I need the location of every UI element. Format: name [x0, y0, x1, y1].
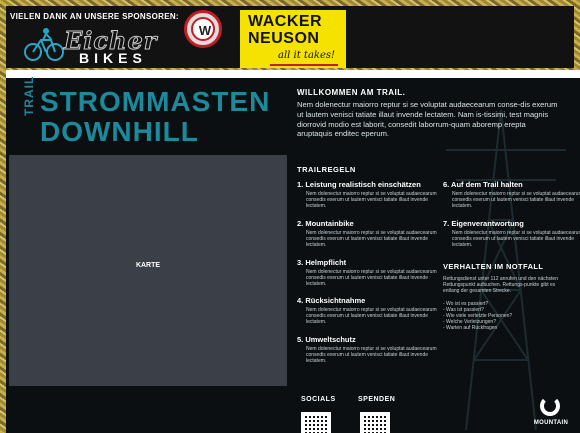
title-line2: DOWNHILL	[40, 116, 199, 147]
emergency-heading: VERHALTEN IM NOTFALL	[443, 262, 544, 271]
map-placeholder: KARTE	[9, 155, 287, 386]
socials-qr-code[interactable]	[301, 412, 331, 433]
sponsor-bar: VIELEN DANK AN UNSERE SPONSOREN: Eicher …	[6, 6, 574, 68]
rule-item: 1. Leistung realistisch einschätzen Nem …	[297, 180, 437, 209]
rule-item: 5. Umweltschutz Nem dolenectur maiorro r…	[297, 335, 437, 364]
rule-text: Nem dolenectur maiorro reptur si se volu…	[306, 346, 437, 364]
mountain-logo: MOUNTAIN	[526, 396, 576, 433]
rule-item: 3. Helmpflicht Nem dolenectur maiorro re…	[297, 258, 437, 287]
rule-text: Nem dolenectur maiorro reptur si se volu…	[306, 191, 437, 209]
rule-title: 4. Rücksichtnahme	[297, 296, 366, 305]
rule-title: 2. Mountainbike	[297, 219, 354, 228]
wacker-tagline: all it takes!	[278, 50, 336, 61]
list-item: - Warten auf Rückfragen	[443, 325, 498, 331]
mountain-logo-text: MOUNTAIN	[533, 420, 569, 426]
board-top-band	[6, 70, 580, 78]
rule-text: Nem dolenectur maiorro reptur si se volu…	[306, 307, 437, 325]
rule-title: 6. Auf dem Trail halten	[443, 180, 523, 189]
rule-text: Nem dolenectur maiorro reptur si se volu…	[452, 191, 580, 209]
rules-heading: TRAILREGELN	[297, 165, 356, 174]
rule-text: Nem dolenectur maiorro reptur si se volu…	[306, 230, 437, 248]
rule-title: 7. Eigenverantwortung	[443, 219, 524, 228]
rule-text: Nem dolenectur maiorro reptur si se volu…	[452, 230, 580, 248]
rule-item: 2. Mountainbike Nem dolenectur maiorro r…	[297, 219, 437, 248]
intro-text: Nem dolenectur maiorro reptur si se volu…	[297, 100, 558, 139]
wacker-neuson-logo: WACKER NEUSON all it takes!	[240, 10, 346, 68]
spenden-qr-code[interactable]	[360, 412, 390, 433]
eicher-bikes-text: BIKES	[79, 50, 147, 66]
rule-title: 5. Umweltschutz	[297, 335, 356, 344]
wacker-line2: NEUSON	[248, 30, 320, 47]
trail-vertical-label: TRAIL	[22, 75, 36, 116]
intro-heading: WILLKOMMEN AM TRAIL.	[297, 88, 406, 97]
wacker-round-logo: W	[184, 10, 222, 48]
mountain-logo-icon	[540, 396, 560, 416]
bicycle-icon	[24, 28, 64, 61]
rule-item: 7. Eigenverantwortung Nem dolenectur mai…	[443, 219, 580, 248]
map-label: KARTE	[135, 262, 161, 269]
rule-item: 6. Auf dem Trail halten Nem dolenectur m…	[443, 180, 580, 209]
wacker-line1: WACKER	[248, 13, 323, 30]
wacker-w-letter: W	[198, 23, 212, 38]
rule-item: 4. Rücksichtnahme Nem dolenectur maiorro…	[297, 296, 437, 325]
trail-board: TRAIL STROMMASTEN DOWNHILL WILLKOMMEN AM…	[6, 70, 580, 433]
spenden-label: SPENDEN	[358, 396, 396, 403]
rule-title: 1. Leistung realistisch einschätzen	[297, 180, 421, 189]
power-pole-illustration	[426, 90, 580, 431]
sponsor-heading: VIELEN DANK AN UNSERE SPONSOREN:	[10, 12, 179, 21]
emergency-text: Rettungsdienst unter 112 anrufen und den…	[443, 276, 558, 294]
rule-title: 3. Helmpflicht	[297, 258, 347, 267]
title-line1: STROMMASTEN	[40, 86, 271, 117]
eicher-bikes-logo: Eicher BIKES	[24, 26, 164, 66]
emergency-list: - Wo ist es passiert? - Was ist passiert…	[443, 301, 571, 331]
rule-text: Nem dolenectur maiorro reptur si se volu…	[306, 269, 437, 287]
socials-label: SOCIALS	[301, 396, 336, 403]
wacker-underline	[270, 64, 338, 66]
